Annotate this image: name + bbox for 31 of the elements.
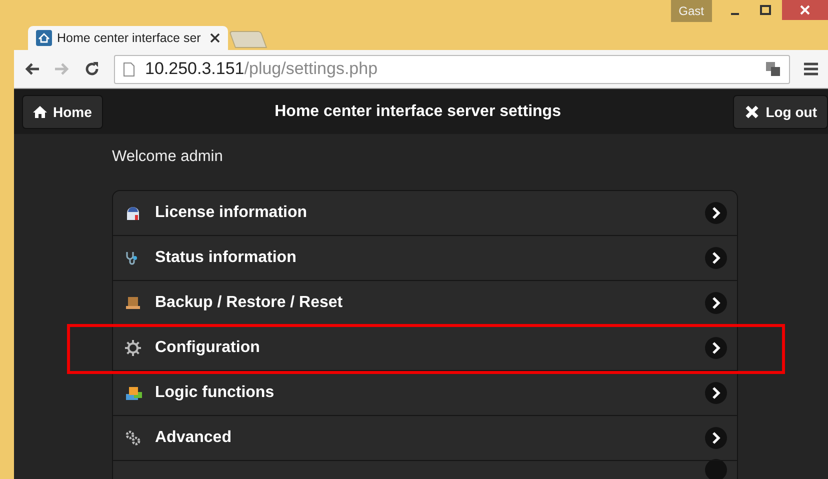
- close-window-button[interactable]: [782, 0, 828, 20]
- translate-icon[interactable]: [765, 61, 781, 77]
- menu-icon[interactable]: [804, 62, 818, 76]
- back-icon[interactable]: [24, 62, 40, 76]
- browser-tab[interactable]: Home center interface ser: [28, 26, 228, 50]
- close-icon: [800, 5, 810, 15]
- address-bar[interactable]: 10.250.3.151/plug/settings.php: [114, 54, 790, 84]
- certificate-icon: [125, 205, 141, 221]
- menu-item[interactable]: License information: [113, 191, 737, 236]
- home-button[interactable]: Home: [22, 94, 103, 128]
- page-title: Home center interface server settings: [274, 102, 561, 120]
- gear-icon: [125, 340, 141, 356]
- blocks-icon: [125, 385, 143, 401]
- stethoscope-icon: [125, 251, 139, 265]
- maximize-icon: [760, 5, 770, 15]
- gears-icon: [125, 430, 141, 446]
- page-icon: [123, 62, 135, 76]
- logout-button[interactable]: Log out: [732, 94, 828, 128]
- menu-item[interactable]: Configuration: [113, 326, 737, 371]
- close-icon: [744, 104, 760, 120]
- home-icon: [33, 104, 47, 118]
- menu-item[interactable]: Logic functions: [113, 371, 737, 416]
- menu-item[interactable]: Advanced: [113, 416, 737, 461]
- close-icon[interactable]: [210, 33, 220, 43]
- minimize-icon: [731, 13, 739, 15]
- reload-icon[interactable]: [84, 61, 100, 77]
- box-icon: [125, 296, 141, 310]
- house-icon: [36, 30, 52, 46]
- welcome-text: Welcome admin: [112, 148, 224, 166]
- menu-item[interactable]: Backup / Restore / Reset: [113, 281, 737, 326]
- menu-item[interactable]: Status information: [113, 236, 737, 281]
